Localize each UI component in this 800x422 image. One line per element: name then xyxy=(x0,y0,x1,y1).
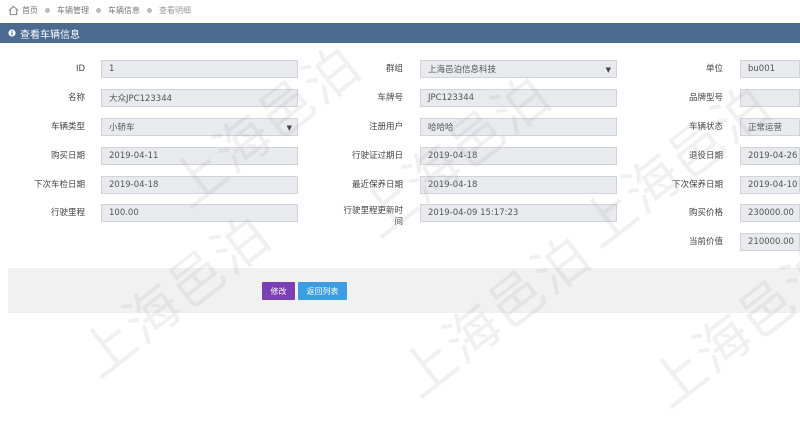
name-label: 名称 xyxy=(67,93,85,103)
back-to-list-button[interactable]: 返回列表 xyxy=(298,282,347,300)
group-label: 群组 xyxy=(385,64,403,74)
purchase-price-field[interactable]: 230000.00 xyxy=(740,204,800,222)
breadcrumb-separator xyxy=(96,7,101,13)
purchase-date-field[interactable]: 2019-04-11 xyxy=(101,147,298,165)
retire-date-label: 退役日期 xyxy=(688,151,723,161)
vehicle-type-select[interactable]: 小轿车 ▼ xyxy=(101,118,298,136)
next-inspection-field[interactable]: 2019-04-18 xyxy=(101,176,298,194)
next-maintenance-label: 下次保养日期 xyxy=(671,180,723,190)
mileage-updated-label: 行驶里程更新时间 xyxy=(343,206,403,227)
retire-date-field[interactable]: 2019-04-26 xyxy=(740,147,800,165)
breadcrumb: 首页 车辆管理 车辆信息 查看明细 xyxy=(0,0,800,20)
mileage-updated-field[interactable]: 2019-04-09 15:17:23 xyxy=(420,204,617,222)
mileage-field[interactable]: 100.00 xyxy=(101,204,298,222)
reg-user-field[interactable]: 哈哈哈 xyxy=(420,118,617,136)
edit-button[interactable]: 修改 xyxy=(262,282,295,300)
purchase-date-label: 购买日期 xyxy=(50,151,85,161)
plate-field[interactable]: JPC123344 xyxy=(420,89,617,107)
home-icon[interactable] xyxy=(8,5,19,16)
name-field[interactable]: 大众JPC123344 xyxy=(101,89,298,107)
unit-label: 单位 xyxy=(705,64,723,74)
plate-label: 车牌号 xyxy=(377,93,403,103)
unit-field[interactable]: bu001 xyxy=(740,60,800,78)
vehicle-type-value: 小轿车 xyxy=(109,123,135,133)
id-field[interactable]: 1 xyxy=(101,60,298,78)
current-value-field[interactable]: 210000.00 xyxy=(740,233,800,251)
vehicle-type-label: 车辆类型 xyxy=(50,122,85,132)
pass-expiry-label: 行驶证过期日 xyxy=(351,151,403,161)
pass-expiry-field[interactable]: 2019-04-18 xyxy=(420,147,617,165)
reg-user-label: 注册用户 xyxy=(368,122,403,132)
chevron-down-icon: ▼ xyxy=(605,66,611,74)
mileage-label: 行驶里程 xyxy=(50,208,85,218)
breadcrumb-vehicle-management[interactable]: 车辆管理 xyxy=(57,5,89,16)
panel-title: 查看车辆信息 xyxy=(20,29,80,41)
last-maintenance-label: 最近保养日期 xyxy=(351,180,403,190)
next-maintenance-field[interactable]: 2019-04-10 xyxy=(740,176,800,194)
chevron-down-icon: ▼ xyxy=(286,124,292,132)
panel-header: 查看车辆信息 xyxy=(0,23,800,43)
breadcrumb-separator xyxy=(147,7,152,13)
info-icon xyxy=(8,29,16,37)
watermark: 上海邑泊 xyxy=(638,232,800,420)
form-actions-bar xyxy=(8,268,800,313)
vehicle-status-field[interactable]: 正常运营 xyxy=(740,118,800,136)
breadcrumb-view-detail: 查看明细 xyxy=(159,5,191,15)
breadcrumb-separator xyxy=(45,7,50,13)
brand-model-label: 品牌型号 xyxy=(688,93,723,103)
breadcrumb-home[interactable]: 首页 xyxy=(22,5,38,16)
last-maintenance-field[interactable]: 2019-04-18 xyxy=(420,176,617,194)
breadcrumb-vehicle-info[interactable]: 车辆信息 xyxy=(108,5,140,16)
current-value-label: 当前价值 xyxy=(688,237,723,247)
vehicle-status-label: 车辆状态 xyxy=(688,122,723,132)
next-inspection-label: 下次车检日期 xyxy=(33,180,85,190)
group-select[interactable]: 上海邑泊信息科技 ▼ xyxy=(420,60,617,78)
id-label: ID xyxy=(75,64,85,74)
brand-model-field[interactable] xyxy=(740,89,800,107)
purchase-price-label: 购买价格 xyxy=(688,208,723,218)
group-select-value: 上海邑泊信息科技 xyxy=(428,65,497,75)
